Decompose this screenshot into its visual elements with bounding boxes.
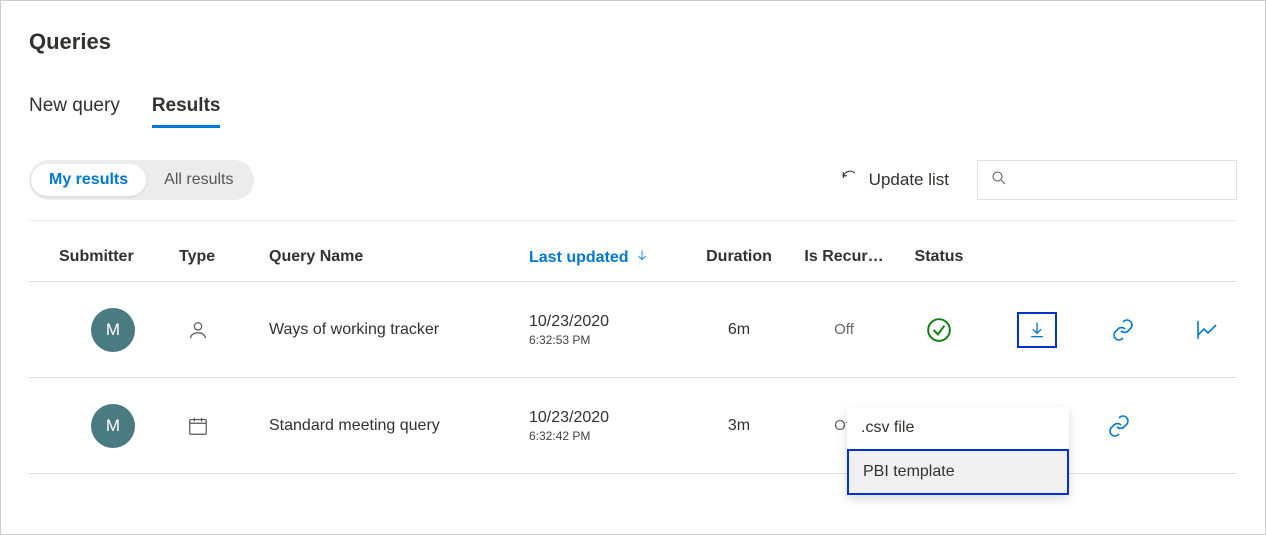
segment-all-results[interactable]: All results	[146, 164, 251, 196]
segment-my-results[interactable]: My results	[31, 164, 146, 196]
avatar: M	[91, 308, 135, 352]
download-pbi-option[interactable]: PBI template	[847, 449, 1069, 495]
column-submitter[interactable]: Submitter	[29, 248, 179, 267]
recurring-cell: Off	[789, 321, 899, 338]
download-button[interactable]	[1017, 312, 1057, 348]
column-duration[interactable]: Duration	[689, 248, 789, 267]
link-button[interactable]	[1105, 312, 1141, 348]
table-row[interactable]: M Ways of working tracker 10/23/2020 6:3…	[29, 282, 1237, 378]
link-button[interactable]	[1101, 408, 1137, 444]
download-dropdown: .csv file PBI template	[847, 407, 1069, 495]
calendar-icon	[179, 415, 269, 437]
query-name-cell: Standard meeting query	[269, 417, 529, 435]
column-last-updated-label: Last updated	[529, 249, 629, 267]
duration-cell: 3m	[689, 417, 789, 435]
visualize-button[interactable]	[1189, 312, 1225, 348]
duration-cell: 6m	[689, 321, 789, 339]
search-icon	[990, 169, 1008, 192]
search-input[interactable]	[977, 160, 1237, 200]
status-success-icon	[899, 317, 979, 343]
column-last-updated[interactable]: Last updated	[529, 248, 689, 267]
update-list-button[interactable]: Update list	[841, 169, 949, 192]
query-name-cell: Ways of working tracker	[269, 321, 529, 339]
page-title: Queries	[29, 29, 1237, 55]
column-status[interactable]: Status	[899, 248, 979, 267]
toolbar: My results All results Update list	[29, 160, 1237, 220]
tab-new-query[interactable]: New query	[29, 95, 120, 128]
update-list-label: Update list	[869, 170, 949, 190]
avatar: M	[91, 404, 135, 448]
updated-time: 6:32:42 PM	[529, 429, 689, 443]
column-query-name[interactable]: Query Name	[269, 248, 529, 267]
column-is-recurring[interactable]: Is Recur…	[789, 248, 899, 267]
refresh-icon	[841, 169, 859, 192]
summary-divider	[29, 220, 1237, 234]
column-type[interactable]: Type	[179, 248, 269, 267]
updated-date: 10/23/2020	[529, 313, 689, 331]
sort-arrow-down-icon	[635, 248, 649, 267]
tab-results[interactable]: Results	[152, 95, 221, 128]
table-header: Submitter Type Query Name Last updated D…	[29, 234, 1237, 282]
download-csv-option[interactable]: .csv file	[847, 407, 1069, 449]
person-icon	[179, 319, 269, 341]
updated-date: 10/23/2020	[529, 409, 689, 427]
updated-time: 6:32:53 PM	[529, 333, 689, 347]
segmented-control: My results All results	[29, 160, 254, 200]
tab-bar: New query Results	[29, 95, 1237, 128]
